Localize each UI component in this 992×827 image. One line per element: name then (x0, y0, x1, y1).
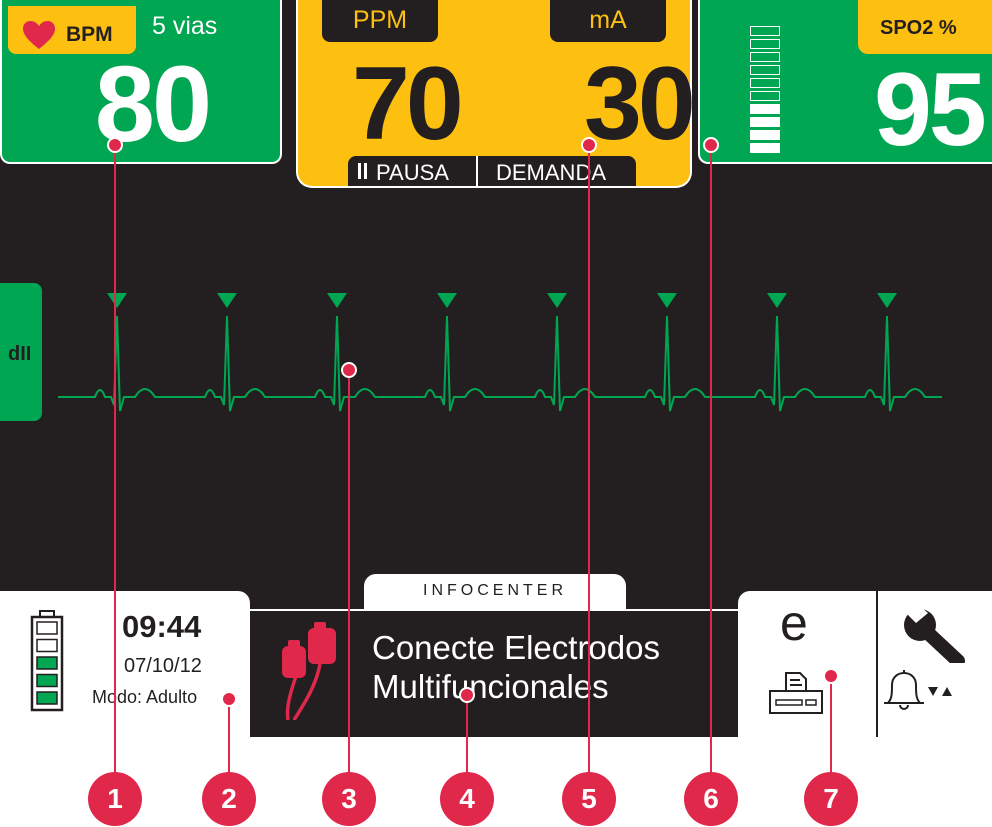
callout-badge-4: 4 (440, 772, 494, 826)
callout-badge-3: 3 (322, 772, 376, 826)
callout-dot-6 (703, 137, 719, 153)
callout-dot-7 (823, 668, 839, 684)
callout-badge-2: 2 (202, 772, 256, 826)
callout-badge-5: 5 (562, 772, 616, 826)
callout-lines (107, 137, 839, 780)
callout-dot-5 (581, 137, 597, 153)
callout-badge-7: 7 (804, 772, 858, 826)
callout-dot-3 (341, 362, 357, 378)
callout-badge-1: 1 (88, 772, 142, 826)
callout-dot-4 (459, 687, 475, 703)
callout-dot-2 (221, 691, 237, 707)
callout-dot-1 (107, 137, 123, 153)
callout-badge-6: 6 (684, 772, 738, 826)
